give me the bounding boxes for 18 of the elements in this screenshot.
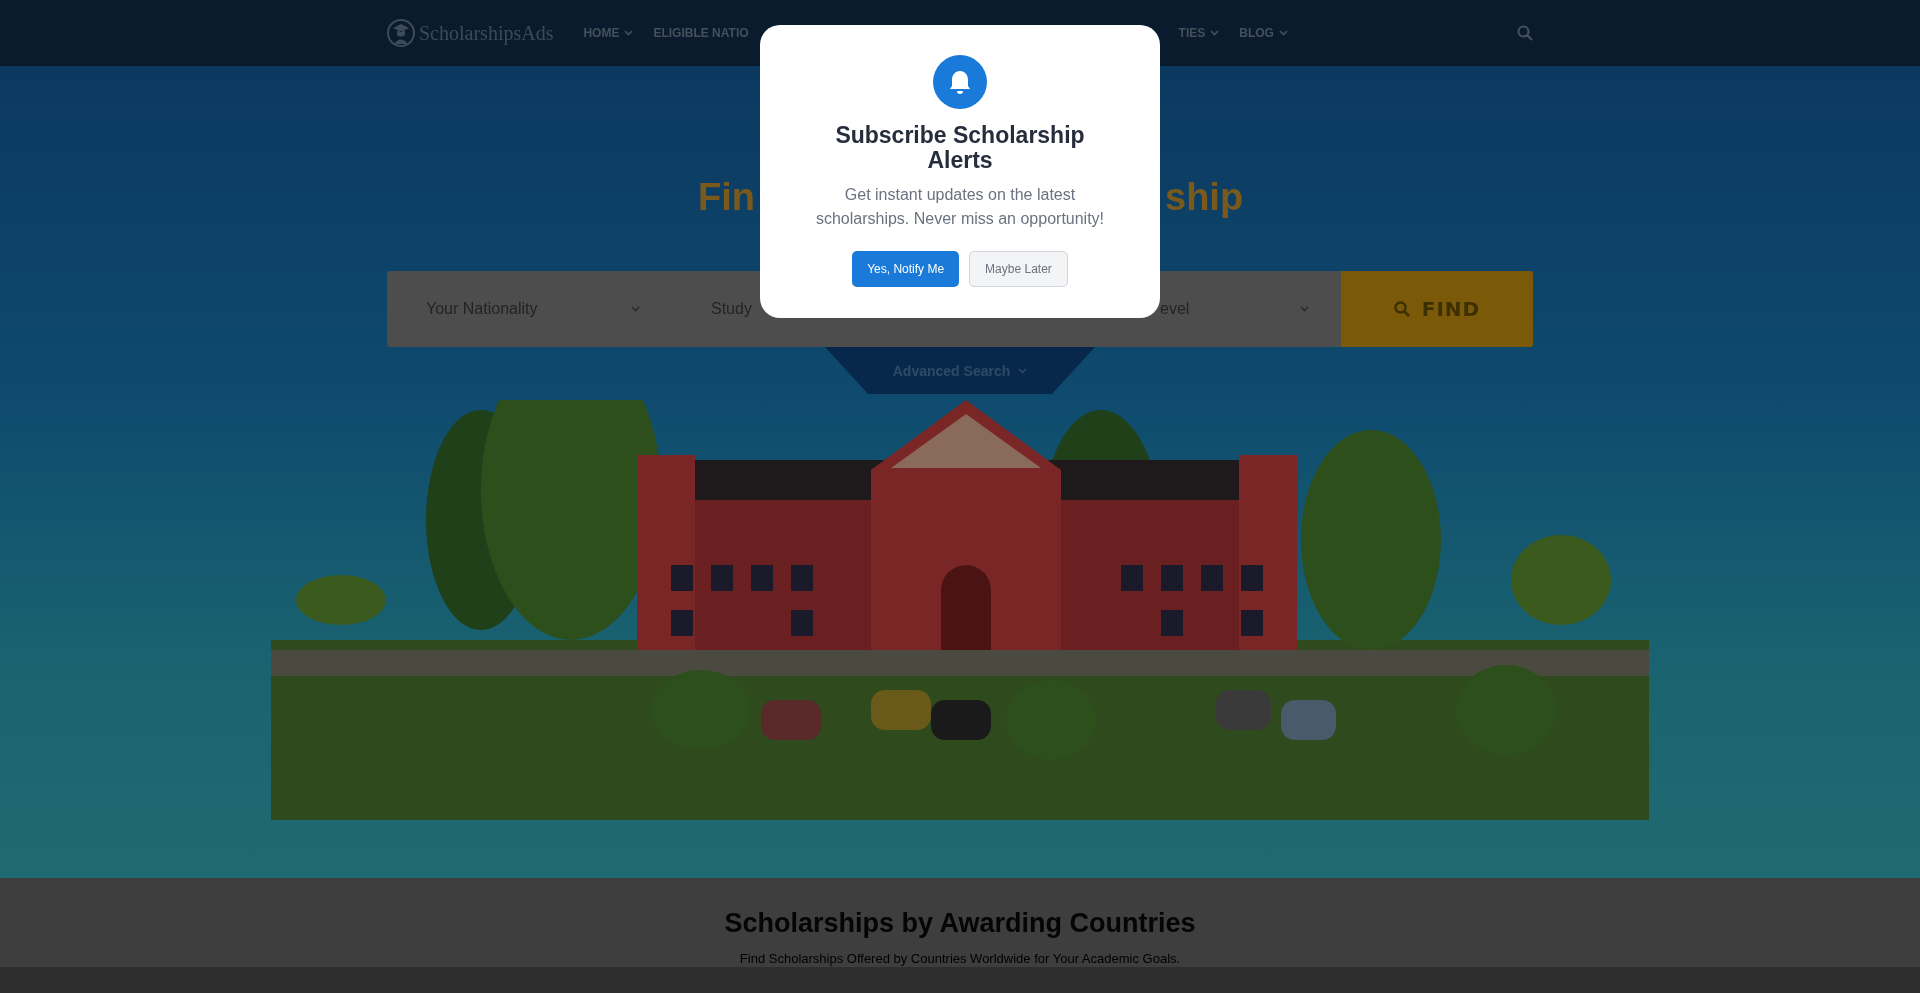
modal-message: Get instant updates on the latest scholarships. Never miss an opportunity! [814, 185, 1106, 229]
graduate-icon [387, 18, 415, 48]
search-icon [1393, 301, 1410, 317]
nav-link[interactable]: BLOG [1239, 26, 1288, 40]
find-button[interactable]: FIND [1341, 271, 1533, 347]
hero-title-fragment: ship [1165, 176, 1245, 220]
notify-button[interactable]: Yes, Notify Me [852, 251, 960, 287]
hero-title-fragment: Fin [698, 176, 755, 220]
nav-link[interactable]: ELIGIBLE NATIO [653, 26, 749, 40]
dismiss-button[interactable]: Maybe Later [969, 251, 1068, 287]
search-icon[interactable] [1517, 25, 1533, 41]
nav-link[interactable]: HOME [583, 26, 634, 40]
modal-title: Subscribe Scholarship Alerts [834, 123, 1086, 173]
section-subtitle: Find Scholarships Offered by Countries Worldwide for Your Academic Goals. [739, 951, 1181, 966]
chevron-down-icon [1018, 367, 1028, 374]
nav-link[interactable]: TIES [1178, 26, 1220, 40]
bell-icon [933, 55, 987, 109]
section-heading: Scholarships by Awarding Countries [723, 908, 1197, 939]
